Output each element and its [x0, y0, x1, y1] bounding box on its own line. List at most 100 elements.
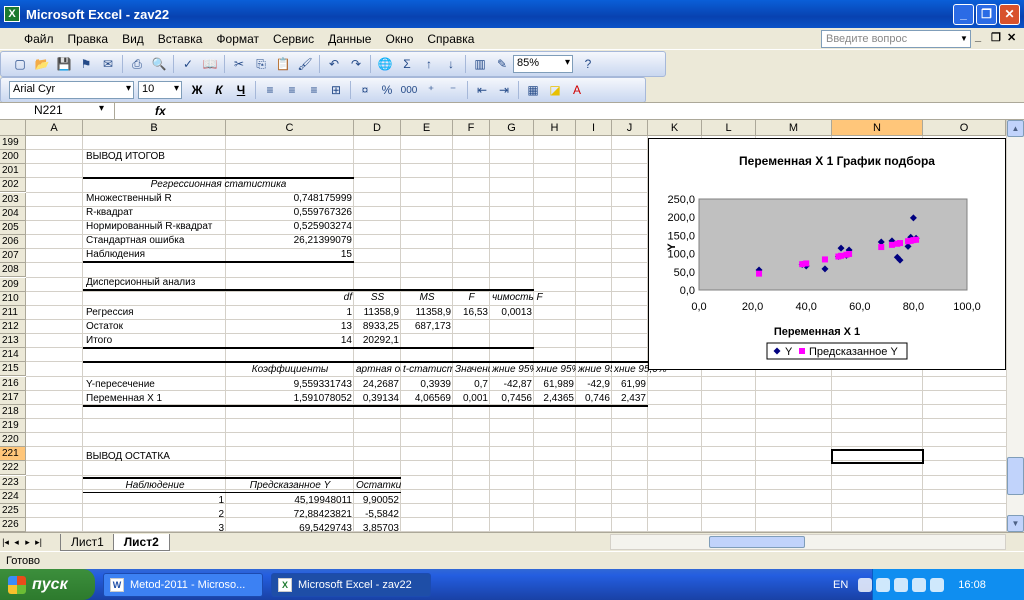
row-header[interactable]: 210 [0, 291, 26, 306]
row-header[interactable]: 217 [0, 390, 26, 405]
menu-window[interactable]: Окно [378, 32, 420, 46]
chart-object[interactable]: Переменная X 1 График подбора Переменная… [648, 138, 1006, 370]
col-header-i[interactable]: I [576, 120, 612, 136]
prev-sheet-icon[interactable]: ◂ [11, 537, 22, 548]
row-header[interactable]: 222 [0, 461, 26, 476]
row-header[interactable]: 216 [0, 376, 26, 391]
data-point-predicted[interactable] [821, 256, 828, 263]
r2-value[interactable]: 0,559767326 [226, 206, 354, 220]
x1-label[interactable]: Переменная X 1 [84, 392, 226, 406]
research-icon[interactable]: 📖 [200, 54, 220, 74]
close-button[interactable]: ✕ [999, 3, 1020, 25]
sort-desc-icon[interactable]: ↓ [441, 54, 461, 74]
x1-p[interactable]: 0,001 [453, 392, 490, 406]
x1-lower[interactable]: 0,7456 [490, 392, 534, 406]
align-right-icon[interactable]: ≡ [304, 80, 324, 100]
chevron-down-icon[interactable]: ▼ [958, 31, 970, 47]
mult-r-value[interactable]: 0,748175999 [226, 192, 354, 206]
residual-label[interactable]: Остаток [84, 320, 226, 334]
regression-df[interactable]: 1 [226, 306, 354, 320]
predicted-value[interactable]: 72,88423821 [226, 508, 354, 522]
row-header[interactable]: 209 [0, 277, 26, 292]
col-header-b[interactable]: B [83, 120, 226, 136]
first-sheet-icon[interactable]: |◂ [0, 537, 11, 548]
x1-lower2[interactable]: 0,746 [576, 392, 612, 406]
taskbar-excel-window[interactable]: X Microsoft Excel - zav22 [271, 572, 431, 597]
predicted-y-header[interactable]: Предсказанное Y [226, 479, 354, 493]
col-header-n[interactable]: N [832, 120, 923, 136]
row-header[interactable]: 205 [0, 220, 26, 235]
menu-data[interactable]: Данные [321, 32, 378, 46]
italic-button[interactable]: К [209, 80, 229, 100]
data-point-predicted[interactable] [838, 252, 845, 259]
regression-sig[interactable]: 0,0013 [490, 306, 534, 320]
residual-output-title[interactable]: ВЫВОД ОСТАТКА [84, 450, 234, 464]
output-title[interactable]: ВЫВОД ИТОГОВ [84, 150, 234, 164]
thousands-button[interactable]: 000 [399, 80, 419, 100]
row-header[interactable]: 224 [0, 489, 26, 504]
predicted-value[interactable]: 45,19948011 [226, 494, 354, 508]
sig-f-header[interactable]: чимость F [490, 291, 560, 305]
row-header[interactable]: 199 [0, 136, 26, 150]
data-point-predicted[interactable] [846, 250, 853, 257]
row-header[interactable]: 202 [0, 178, 26, 193]
data-point-predicted[interactable] [803, 260, 810, 267]
fx-icon[interactable]: fx [155, 104, 166, 118]
row-header[interactable]: 218 [0, 404, 26, 419]
row-header[interactable]: 204 [0, 206, 26, 221]
se-value[interactable]: 26,21399079 [226, 234, 354, 248]
residual-ms[interactable]: 687,173 [401, 320, 453, 334]
bold-button[interactable]: Ж [187, 80, 207, 100]
reg-stats-header[interactable]: Регрессионная статистика [84, 178, 353, 192]
intercept-lower[interactable]: -42,87 [490, 378, 534, 392]
menu-insert[interactable]: Вставка [151, 32, 210, 46]
doc-close-button[interactable]: ✕ [1007, 31, 1016, 44]
p-header[interactable]: Значение [453, 363, 490, 377]
percent-button[interactable]: % [377, 80, 397, 100]
data-point-predicted[interactable] [888, 241, 895, 248]
col-header-c[interactable]: C [226, 120, 354, 136]
row-header[interactable]: 215 [0, 362, 26, 377]
decrease-decimal-icon[interactable]: ⁻ [443, 80, 463, 100]
observation-header[interactable]: Наблюдение [84, 479, 226, 493]
residual-value[interactable]: 9,90052 [354, 494, 401, 508]
obs-label[interactable]: Наблюдения [84, 248, 226, 262]
doc-restore-button[interactable]: ❐ [991, 31, 1001, 44]
restore-button[interactable]: ❐ [976, 3, 997, 25]
align-left-icon[interactable]: ≡ [260, 80, 280, 100]
scatter-chart[interactable]: Переменная X 1 График подбора Переменная… [649, 139, 1005, 369]
row-header[interactable]: 211 [0, 305, 26, 320]
lower95-header[interactable]: жние 95% [490, 363, 534, 377]
open-icon[interactable]: 📂 [32, 54, 52, 74]
paste-icon[interactable]: 📋 [273, 54, 293, 74]
upper95-header[interactable]: хние 95% [534, 363, 576, 377]
intercept-t[interactable]: 0,3939 [401, 378, 453, 392]
autosum-icon[interactable]: Σ [397, 54, 417, 74]
se-label[interactable]: Стандартная ошибка [84, 234, 226, 248]
x1-coef[interactable]: 1,591078052 [226, 392, 354, 406]
font-color-icon[interactable]: A [567, 80, 587, 100]
increase-decimal-icon[interactable]: ⁺ [421, 80, 441, 100]
help-icon[interactable]: ? [578, 54, 598, 74]
row-header[interactable]: 201 [0, 164, 26, 179]
language-indicator[interactable]: EN [833, 579, 848, 591]
table-row[interactable]: 1 [84, 494, 226, 508]
col-header-l[interactable]: L [702, 120, 756, 136]
merge-center-icon[interactable]: ⊞ [326, 80, 346, 100]
name-box[interactable]: N221 [0, 103, 115, 119]
col-header-d[interactable]: D [354, 120, 401, 136]
borders-icon[interactable]: ▦ [523, 80, 543, 100]
currency-icon[interactable]: ¤ [355, 80, 375, 100]
row-header[interactable]: 223 [0, 475, 26, 490]
horizontal-scrollbar[interactable] [610, 534, 1006, 550]
row-header[interactable]: 203 [0, 192, 26, 207]
ms-header[interactable]: MS [401, 291, 453, 305]
lower950-header[interactable]: жние 95,0% [576, 363, 612, 377]
tab-sheet2[interactable]: Лист2 [112, 533, 170, 551]
total-df[interactable]: 14 [226, 334, 354, 348]
df-header[interactable]: df [226, 291, 354, 305]
total-label[interactable]: Итого [84, 334, 226, 348]
minimize-button[interactable]: _ [953, 3, 974, 25]
ss-header[interactable]: SS [354, 291, 401, 305]
start-button[interactable]: пуск [0, 569, 95, 600]
